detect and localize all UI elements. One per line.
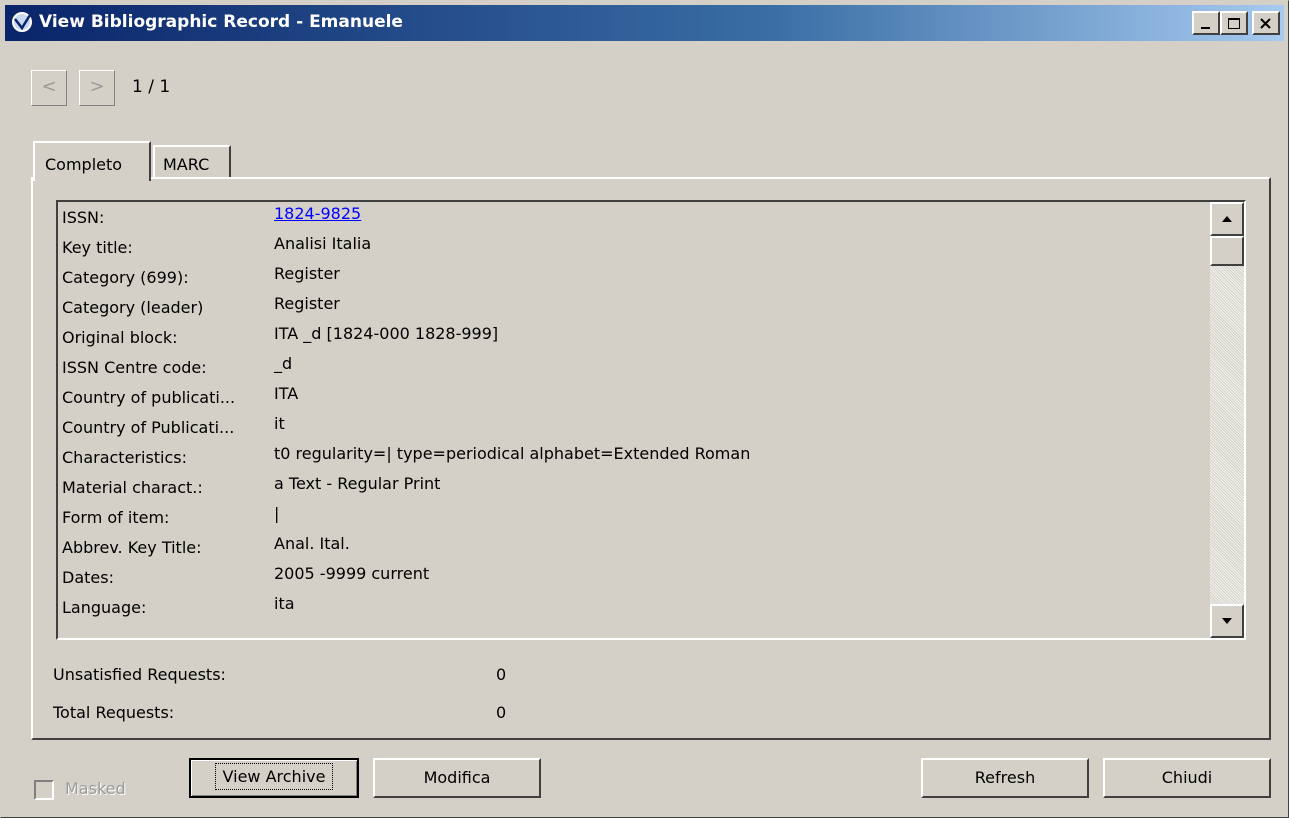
tab-marc[interactable]: MARC [153,145,231,177]
record-field-label: Abbrev. Key Title: [62,538,202,557]
record-field-value: ita [274,594,295,613]
record-row[interactable]: Original block: ITA _d [1824-000 1828-999… [58,322,1208,352]
record-field-label: Key title: [62,238,133,257]
next-record-button[interactable]: > [79,70,115,106]
record-row[interactable]: Key title: Analisi Italia [58,232,1208,262]
record-field-value: 2005 -9999 current [274,564,430,583]
chiudi-button[interactable]: Chiudi [1103,758,1271,798]
record-field-label: Category (699): [62,268,189,287]
minimize-button[interactable] [1192,11,1220,35]
modifica-button[interactable]: Modifica [373,758,541,798]
record-fields-list[interactable]: ISSN: 1824-9825 Key title: Analisi Italia C… [56,200,1246,640]
record-row[interactable]: Category (leader) Register [58,292,1208,322]
masked-label: Masked [65,779,126,798]
previous-record-button[interactable]: < [31,70,67,106]
record-row[interactable]: Form of item: | [58,502,1208,532]
record-field-value: ITA _d [1824-000 1828-999] [274,324,499,343]
record-row[interactable]: Dates: 2005 -9999 current [58,562,1208,592]
maximize-button[interactable] [1220,11,1248,35]
maximize-icon [1228,18,1240,29]
issn-link[interactable]: 1824-9825 [274,204,361,223]
record-field-value: Register [274,294,340,313]
view-archive-button[interactable]: View Archive [189,758,359,798]
bibliographic-record-window: View Bibliographic Record - Emanuele < >… [0,0,1289,818]
close-button[interactable] [1252,11,1280,35]
scroll-up-button[interactable] [1210,202,1244,236]
record-field-label: Country of Publicati... [62,418,235,437]
unsatisfied-requests-label: Unsatisfied Requests: [53,665,226,684]
record-row[interactable]: Country of Publicati... it [58,412,1208,442]
record-field-label: Category (leader) [62,298,204,317]
record-field-label: ISSN Centre code: [62,358,207,377]
record-field-value: ITA [274,384,299,403]
record-field-value: _d [274,354,293,373]
record-row[interactable]: Country of publicati... ITA [58,382,1208,412]
scroll-thumb[interactable] [1210,236,1244,266]
record-field-value: Analisi Italia [274,234,372,253]
record-field-value: it [274,414,285,433]
title-bar[interactable]: View Bibliographic Record - Emanuele [5,5,1284,41]
record-field-label: Original block: [62,328,178,347]
record-field-label: Country of publicati... [62,388,236,407]
record-field-label: Characteristics: [62,448,188,467]
record-field-label: Language: [62,598,147,617]
record-row[interactable]: Characteristics: t0 regularity=| type=per… [58,442,1208,472]
vertical-scrollbar[interactable] [1210,202,1244,638]
record-field-value: Anal. Ital. [274,534,350,553]
total-requests-value: 0 [496,703,507,722]
record-field-value: Register [274,264,340,283]
record-row[interactable]: Category (699): Register [58,262,1208,292]
window-title: View Bibliographic Record - Emanuele [39,12,403,32]
record-field-label: Form of item: [62,508,170,527]
masked-checkbox[interactable] [34,780,54,800]
record-row[interactable]: ISSN: 1824-9825 [58,202,1208,232]
record-row[interactable]: ISSN Centre code: _d [58,352,1208,382]
record-field-value: | [274,504,280,523]
record-field-label: Dates: [62,568,114,587]
record-row[interactable]: Abbrev. Key Title: Anal. Ital. [58,532,1208,562]
refresh-button[interactable]: Refresh [921,758,1089,798]
record-field-label: ISSN: [62,208,105,227]
close-icon [1260,18,1271,29]
minimize-icon [1201,27,1210,29]
tab-completo[interactable]: Completo [33,141,151,181]
unsatisfied-requests-value: 0 [496,665,507,684]
record-row[interactable]: Language: ita [58,592,1208,622]
record-row[interactable]: Material charact.: a Text - Regular Print [58,472,1208,502]
view-archive-label: View Archive [214,763,334,790]
scroll-down-button[interactable] [1210,604,1244,638]
record-field-label: Material charact.: [62,478,203,497]
record-field-value: t0 regularity=| type=periodical alphabet… [274,444,751,463]
total-requests-label: Total Requests: [53,703,175,722]
arrow-down-icon [1222,618,1232,624]
arrow-up-icon [1222,216,1232,222]
record-field-value: a Text - Regular Print [274,474,441,493]
app-icon [12,12,32,32]
record-page-indicator: 1 / 1 [132,77,171,97]
